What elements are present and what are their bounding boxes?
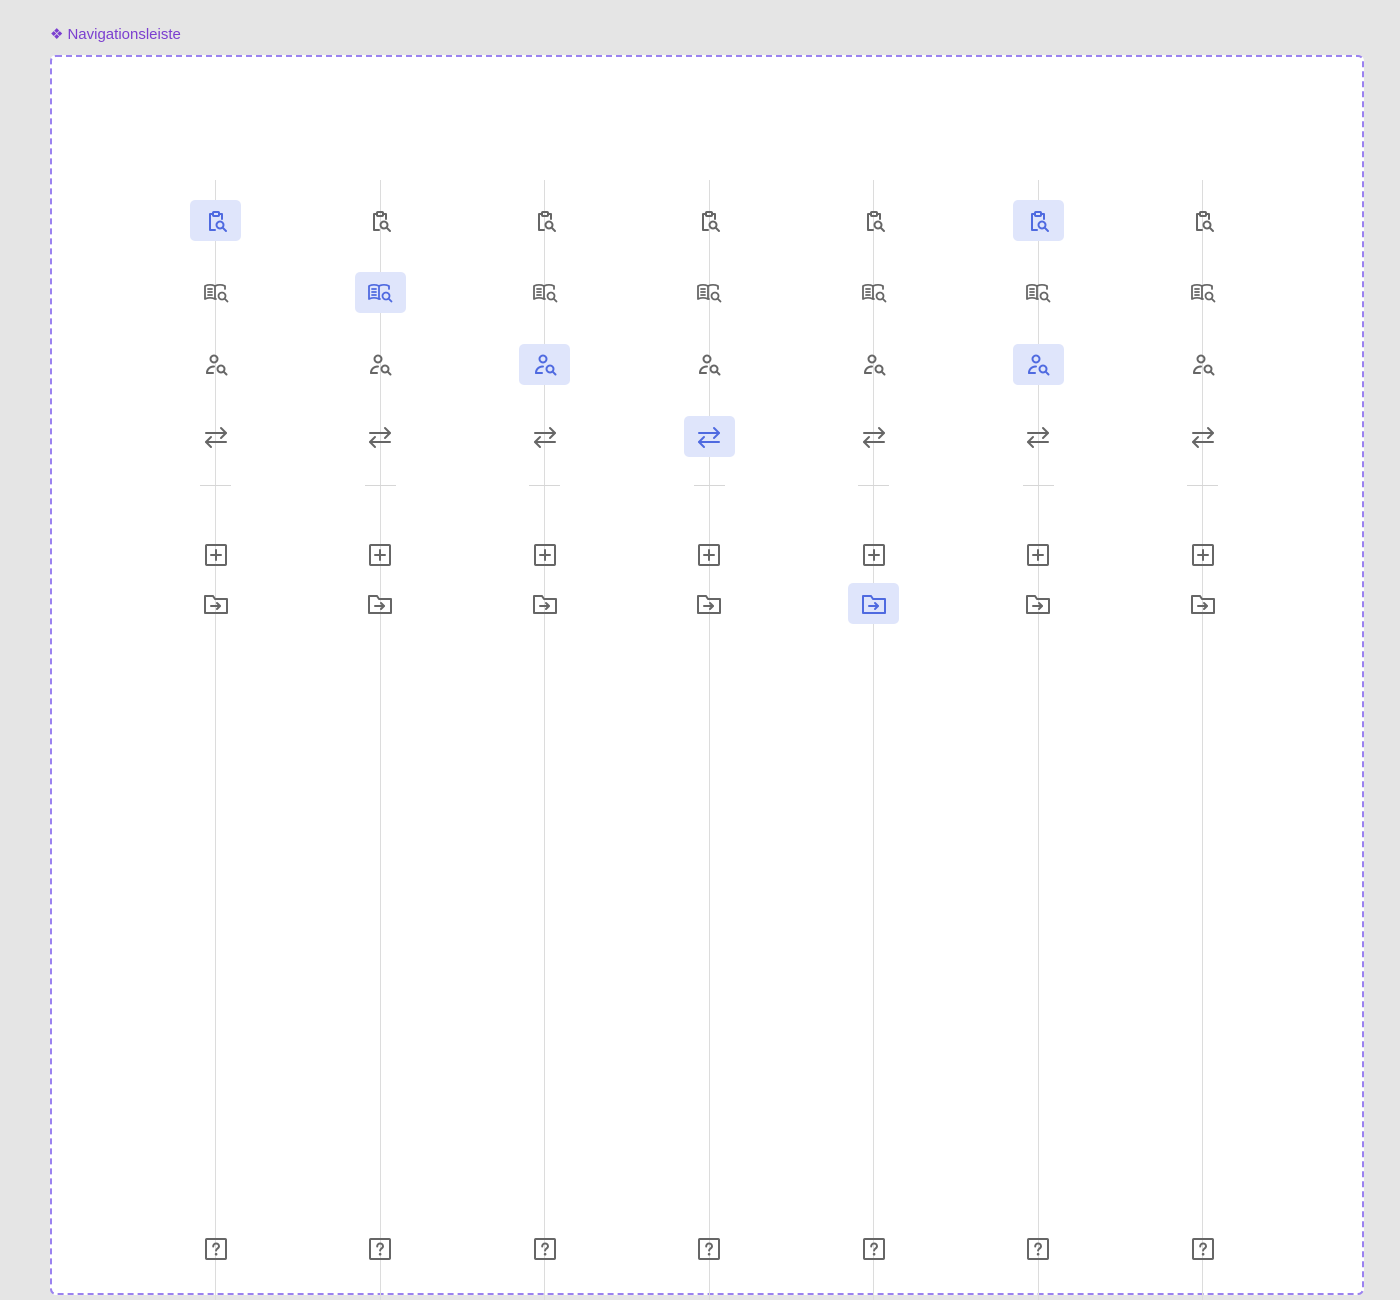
- plus-square-icon: [1188, 540, 1218, 570]
- frame-title: Navigationsleiste: [67, 26, 181, 43]
- nav-button-folder-move[interactable]: [1177, 583, 1228, 624]
- component-frame: [50, 55, 1364, 1300]
- help-square-icon: [1188, 1234, 1218, 1264]
- nav-rail-variant: [875, 180, 1064, 1300]
- nav-rail-variant: [546, 180, 735, 1300]
- arrows-swap-icon: [1188, 422, 1218, 452]
- user-search-icon: [1188, 350, 1218, 380]
- nav-button-clipboard-search[interactable]: [1177, 200, 1228, 241]
- nav-rail-variant: [1039, 180, 1218, 1300]
- nav-button-user-search[interactable]: [1177, 344, 1228, 385]
- folder-arrow-icon: [1188, 589, 1218, 619]
- book-search-icon: [1188, 278, 1218, 308]
- clipboard-search-icon: [1188, 206, 1218, 236]
- nav-rail-variant: [52, 180, 241, 1300]
- component-icon: ❖: [50, 26, 64, 43]
- nav-rail-variant: [217, 180, 406, 1300]
- nav-button-help[interactable]: [1177, 1228, 1228, 1269]
- nav-button-book-search[interactable]: [1177, 272, 1228, 313]
- nav-divider: [1187, 485, 1218, 486]
- nav-rail-variant: [710, 180, 899, 1300]
- frame-label: ❖ Navigationsleiste: [50, 26, 181, 44]
- nav-rail-variant: [381, 180, 570, 1300]
- nav-button-transfer[interactable]: [1177, 416, 1228, 457]
- nav-button-add[interactable]: [1177, 534, 1228, 575]
